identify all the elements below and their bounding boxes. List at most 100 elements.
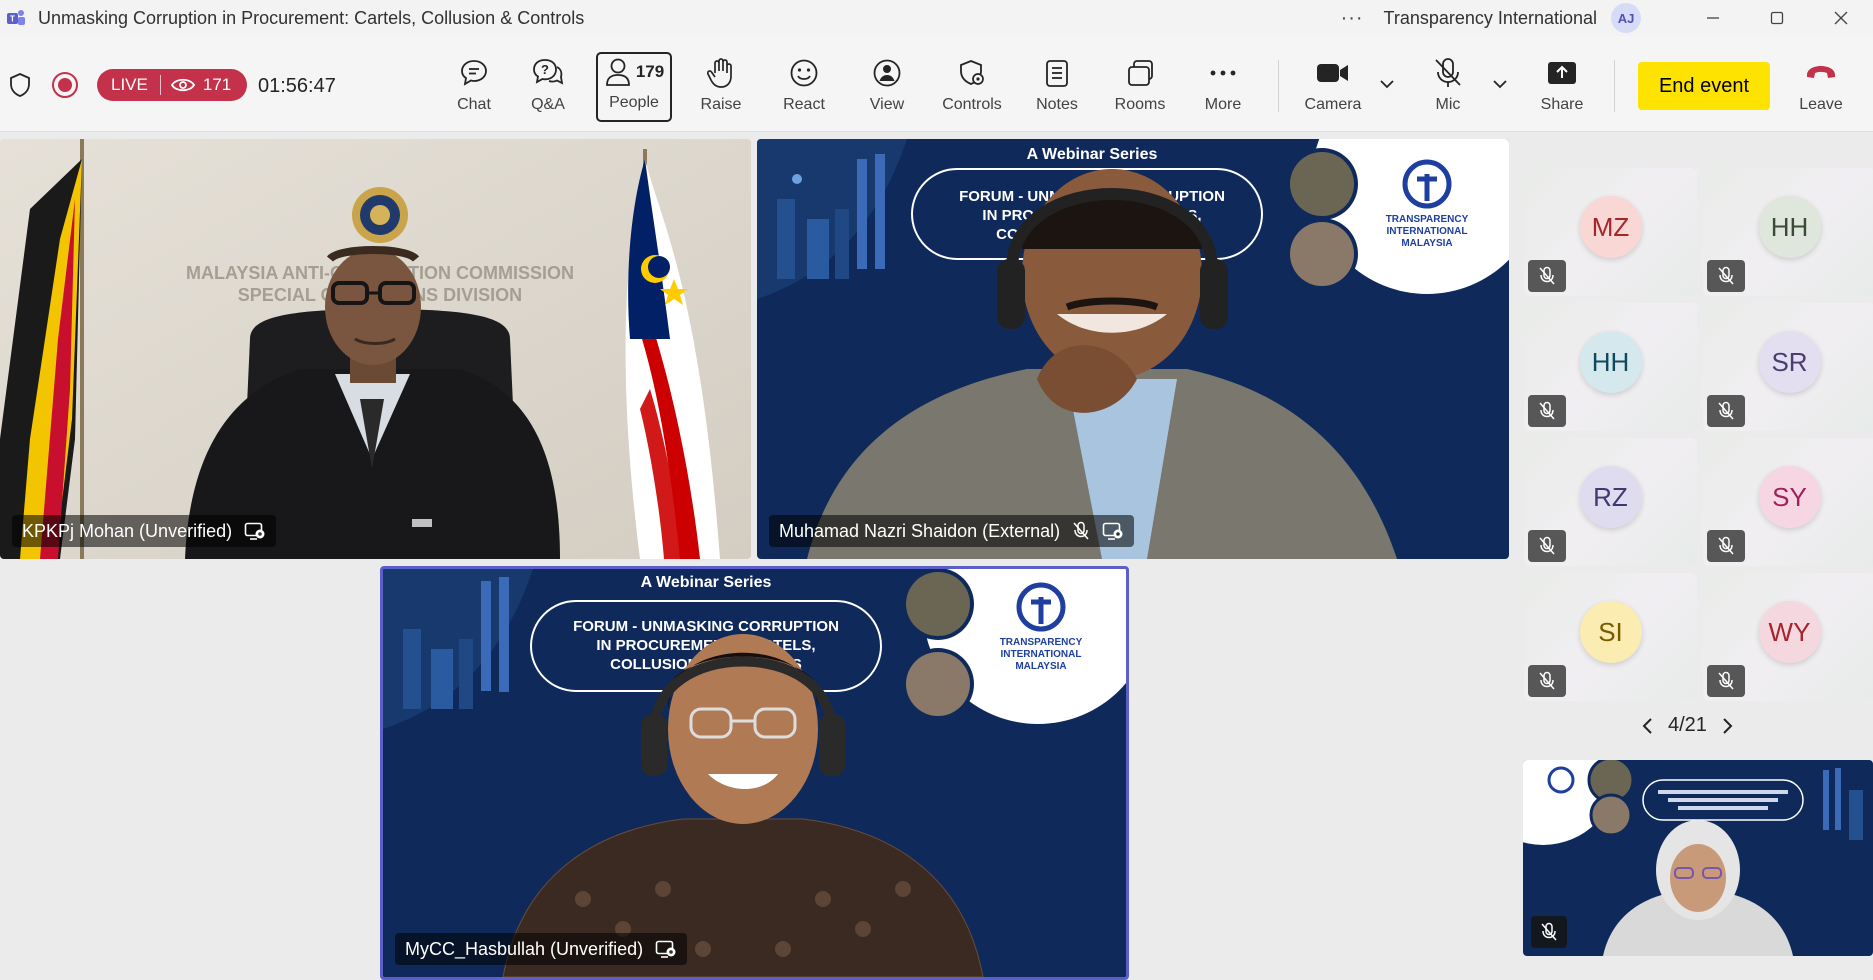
participant-tile[interactable]: MZ <box>1524 168 1697 296</box>
view-icon <box>873 59 901 87</box>
banner-line1: FORUM - UNMASKING CORRUPTION <box>573 618 839 635</box>
participant-tile[interactable]: WY <box>1703 573 1873 701</box>
mic-off-badge <box>1528 530 1566 562</box>
chat-button[interactable]: Chat <box>443 50 505 122</box>
mic-off-badge <box>1707 530 1745 562</box>
hang-up-icon <box>1807 66 1835 78</box>
people-label: People <box>609 94 659 111</box>
participant-tile[interactable]: SI <box>1524 573 1697 701</box>
chevron-left-icon[interactable] <box>1640 716 1654 736</box>
notes-icon <box>1046 60 1068 87</box>
video-tile-mohan[interactable]: MALAYSIA ANTI-CORRUPTION COMMISSION SPEC… <box>0 139 751 559</box>
user-avatar[interactable]: AJ <box>1611 3 1641 33</box>
minimize-button[interactable] <box>1681 0 1745 36</box>
meeting-toolbar: LIVE 171 01:56:47 Chat ? Q&A 179 People … <box>0 36 1873 132</box>
record-icon <box>58 78 72 92</box>
mic-label: Mic <box>1435 96 1461 113</box>
shield-gear-icon <box>960 60 984 85</box>
page-indicator: 4/21 <box>1668 714 1707 736</box>
mic-off-badge <box>1707 260 1745 292</box>
viewer-count: 171 <box>202 75 232 94</box>
controls-button[interactable]: Controls <box>933 50 1011 122</box>
react-button[interactable]: React <box>773 50 835 122</box>
banner-series: A Webinar Series <box>1027 146 1158 163</box>
recording-indicator[interactable] <box>52 72 78 98</box>
participant-tile[interactable]: RZ <box>1524 438 1697 566</box>
more-icon <box>1210 70 1236 76</box>
more-label: More <box>1204 96 1242 113</box>
qa-icon: ? <box>533 59 564 85</box>
video-tile-hasbullah[interactable]: A Webinar Series FORUM - UNMASKING CORRU… <box>380 566 1129 980</box>
close-icon <box>1834 11 1848 25</box>
avatar: SY <box>1758 466 1821 528</box>
qa-button[interactable]: ? Q&A <box>517 50 579 122</box>
mic-off-icon <box>1718 266 1734 285</box>
mic-options-chevron-icon[interactable] <box>1492 78 1508 90</box>
video-tile-small[interactable] <box>1523 760 1873 956</box>
end-event-button[interactable]: End event <box>1638 62 1770 110</box>
rooms-button[interactable]: Rooms <box>1108 50 1172 122</box>
screen-camera-icon <box>1102 522 1123 540</box>
minimize-icon <box>1707 17 1719 19</box>
mic-button[interactable]: Mic <box>1417 50 1479 122</box>
share-label: Share <box>1540 96 1584 113</box>
people-button[interactable]: 179 People <box>596 52 672 122</box>
teams-icon: T <box>7 10 25 25</box>
notes-button[interactable]: Notes <box>1026 50 1088 122</box>
share-icon <box>1548 62 1576 84</box>
video-feed-mohan: MALAYSIA ANTI-CORRUPTION COMMISSION SPEC… <box>0 139 751 559</box>
avatar: HH <box>1758 196 1821 258</box>
participant-tile[interactable]: HH <box>1524 303 1697 431</box>
camera-label: Camera <box>1304 96 1362 113</box>
view-button[interactable]: View <box>856 50 918 122</box>
participant-tile[interactable]: HH <box>1703 168 1873 296</box>
avatar: SI <box>1579 601 1642 663</box>
participant-pager: 4/21 <box>1640 714 1735 737</box>
ti-line1: TRANSPARENCY <box>1000 637 1083 648</box>
mic-off-badge <box>1707 395 1745 427</box>
close-button[interactable] <box>1809 0 1873 36</box>
smiley-icon <box>790 59 818 87</box>
maximize-icon <box>1770 11 1784 25</box>
avatar: HH <box>1579 331 1642 393</box>
org-name[interactable]: Transparency International <box>1384 8 1597 29</box>
svg-text:?: ? <box>541 62 549 77</box>
mic-off-badge <box>1528 395 1566 427</box>
maximize-button[interactable] <box>1745 0 1809 36</box>
shield-icon[interactable] <box>8 72 32 98</box>
live-badge[interactable]: LIVE 171 <box>97 69 248 101</box>
chevron-right-icon[interactable] <box>1721 716 1735 736</box>
chat-icon <box>461 60 487 86</box>
leave-button[interactable]: Leave <box>1790 50 1852 122</box>
mic-off-badge <box>1528 260 1566 292</box>
more-button[interactable]: More <box>1192 50 1254 122</box>
eye-icon <box>170 78 195 92</box>
participant-tile[interactable]: SY <box>1703 438 1873 566</box>
ti-line3: MALAYSIA <box>1401 238 1452 249</box>
ti-line2: INTERNATIONAL <box>1387 226 1468 237</box>
share-button[interactable]: Share <box>1530 50 1594 122</box>
rooms-label: Rooms <box>1114 96 1166 113</box>
mic-off-icon <box>1539 266 1555 285</box>
qa-label: Q&A <box>531 96 565 113</box>
mic-off-icon <box>1073 521 1089 540</box>
mic-off-icon <box>1718 401 1734 420</box>
raise-hand-button[interactable]: Raise <box>690 50 752 122</box>
more-options-button[interactable]: ··· <box>1341 7 1364 30</box>
leave-label: Leave <box>1799 96 1843 113</box>
video-feed-hasbullah: A Webinar Series FORUM - UNMASKING CORRU… <box>383 569 1126 977</box>
camera-options-chevron-icon[interactable] <box>1379 78 1395 90</box>
participant-tile[interactable]: SR <box>1703 303 1873 431</box>
video-tile-nazri[interactable]: A Webinar Series FORUM - UNMASKING CORRU… <box>757 139 1509 559</box>
svg-text:T: T <box>10 15 15 24</box>
avatar: WY <box>1758 601 1821 663</box>
participant-name: KPKPj Mohan (Unverified) <box>22 520 233 541</box>
banner-series: A Webinar Series <box>641 574 772 591</box>
camera-button[interactable]: Camera <box>1298 50 1368 122</box>
mic-off-icon <box>1539 401 1555 420</box>
mic-off-badge <box>1531 916 1567 948</box>
ti-line1: TRANSPARENCY <box>1386 214 1469 225</box>
participant-name: MyCC_Hasbullah (Unverified) <box>405 938 644 959</box>
ti-line3: MALAYSIA <box>1015 661 1066 672</box>
controls-label: Controls <box>942 96 1002 113</box>
